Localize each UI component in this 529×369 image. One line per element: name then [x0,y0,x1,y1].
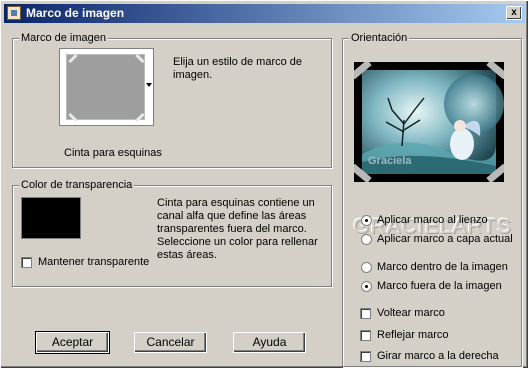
frame-preview-image [66,54,145,120]
frame-style-picker[interactable] [59,48,154,126]
close-button[interactable]: x [506,6,522,20]
flip-frame-label[interactable]: Voltear marco [377,307,445,319]
flip-frame-checkbox[interactable] [360,308,371,319]
mirror-frame-checkbox[interactable] [360,330,371,341]
keep-transparent-label[interactable]: Mantener transparente [38,256,149,268]
image-signature: Graciela [368,155,412,167]
transparency-description: Cinta para esquinas contiene un canal al… [157,197,318,261]
transparency-group-legend: Color de transparencia [19,179,135,191]
apply-canvas-radio[interactable] [361,215,372,226]
orientation-preview-image: Graciela [354,62,504,182]
frame-style-name: Cinta para esquinas [64,147,162,159]
cancel-button[interactable]: Cancelar [134,332,207,353]
help-button[interactable]: Ayuda [233,332,306,353]
mirror-frame-label[interactable]: Reflejar marco [377,329,449,341]
keep-transparent-checkbox[interactable] [21,257,32,268]
apply-layer-label[interactable]: Aplicar marco a capa actual [377,233,513,245]
window-title: Marco de imagen [26,6,125,20]
accept-button[interactable]: Aceptar [35,331,110,354]
transparency-color-swatch[interactable] [21,197,81,239]
apply-layer-radio[interactable] [361,234,372,245]
chevron-down-icon[interactable] [146,83,152,87]
close-icon: x [511,7,517,18]
rotate-frame-label[interactable]: Girar marco a la derecha [377,350,499,362]
dialog-window: Marco de imagen x Marco de imagen Elija … [0,0,529,369]
frame-inside-label[interactable]: Marco dentro de la imagen [377,261,508,273]
app-icon [7,6,21,20]
rotate-frame-checkbox[interactable] [360,351,371,362]
apply-canvas-label[interactable]: Aplicar marco al lienzo [377,214,488,226]
frame-inside-radio[interactable] [361,262,372,273]
fantasy-image-icon: Graciela [358,66,504,178]
frame-outside-label[interactable]: Marco fuera de la imagen [377,280,502,292]
frame-outside-radio[interactable] [361,281,372,292]
frame-description: Elija un estilo de marco de imagen. [173,56,303,81]
frame-group-legend: Marco de imagen [19,32,108,44]
title-bar[interactable]: Marco de imagen x [4,4,525,23]
orientation-group-legend: Orientación [349,32,410,44]
